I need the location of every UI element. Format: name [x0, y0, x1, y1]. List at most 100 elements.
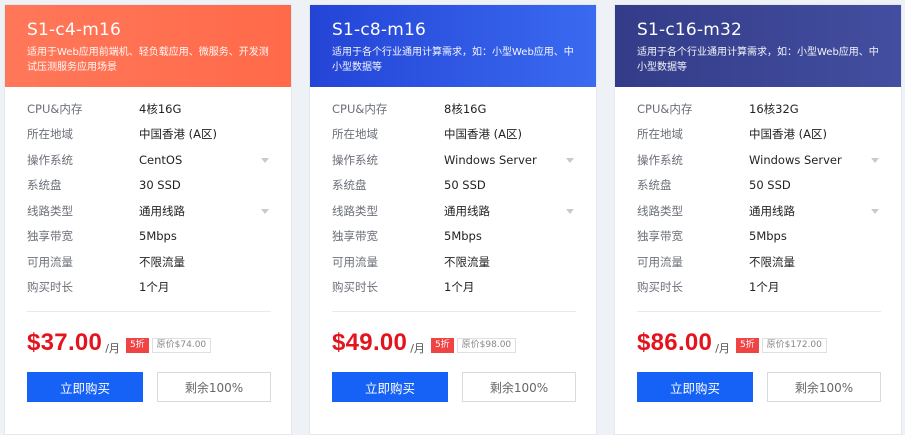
spec-list: CPU&内存 8核16G 所在地域 中国香港 (A区) 操作系统 Windows Se…	[332, 96, 576, 300]
spec-label: 操作系统	[27, 152, 73, 167]
spec-value: 50 SSD	[444, 178, 486, 193]
spec-label: 所在地域	[332, 127, 378, 142]
plan-title: S1-c8-m16	[332, 20, 427, 40]
plan-card-s1-c16-m32: S1-c16-m32 适用于各个行业通用计算需求，如：小型Web应用、中小型数据…	[614, 4, 902, 435]
spec-row-disk: 系统盘 50 SSD	[637, 173, 881, 199]
spec-value: 1个月	[444, 280, 475, 295]
spec-row-duration: 购买时长 1个月	[637, 275, 881, 301]
price-unit: /月	[715, 342, 730, 355]
chevron-down-icon[interactable]	[871, 209, 879, 214]
spec-value: 不限流量	[139, 254, 185, 269]
spec-row-traffic: 可用流量 不限流量	[637, 249, 881, 275]
spec-row-region: 所在地域 中国香港 (A区)	[637, 122, 881, 148]
spec-label: 线路类型	[637, 203, 683, 218]
spec-row-region: 所在地域 中国香港 (A区)	[332, 122, 576, 148]
spec-value: 1个月	[139, 280, 170, 295]
spec-row-traffic: 可用流量 不限流量	[332, 249, 576, 275]
spec-label: 所在地域	[27, 127, 73, 142]
price-row: $37.00 /月 5折 原价$74.00	[27, 327, 271, 359]
discount-badge: 5折	[735, 337, 759, 353]
price-unit: /月	[410, 342, 425, 355]
chevron-down-icon[interactable]	[566, 209, 574, 214]
plan-title: S1-c4-m16	[27, 20, 122, 40]
divider	[637, 311, 881, 312]
spec-label: 线路类型	[332, 203, 378, 218]
spec-value: 1个月	[749, 280, 780, 295]
os-select[interactable]: 操作系统 CentOS	[27, 147, 271, 173]
spec-row-bandwidth: 独享带宽 5Mbps	[332, 224, 576, 250]
chevron-down-icon[interactable]	[871, 158, 879, 163]
original-price: 原价$98.00	[456, 337, 517, 353]
divider	[332, 311, 576, 312]
spec-label: 独享带宽	[27, 229, 73, 244]
spec-value: 16核32G	[749, 101, 799, 116]
spec-value[interactable]: Windows Server	[749, 153, 842, 167]
buy-now-button[interactable]: 立即购买	[27, 372, 143, 402]
price-row: $49.00 /月 5折 原价$98.00	[332, 327, 576, 359]
spec-value[interactable]: 通用线路	[444, 203, 490, 219]
spec-value: 中国香港 (A区)	[139, 127, 217, 142]
spec-value: 5Mbps	[139, 229, 177, 244]
spec-value: 不限流量	[749, 254, 795, 269]
spec-value: 50 SSD	[749, 178, 791, 193]
plan-card-s1-c4-m16: S1-c4-m16 适用于Web应用前端机、轻负载应用、微服务、开发测试压测服务…	[4, 4, 292, 435]
chevron-down-icon[interactable]	[261, 209, 269, 214]
spec-label: 购买时长	[637, 280, 683, 295]
spec-label: 购买时长	[27, 280, 73, 295]
spec-label: 可用流量	[27, 254, 73, 269]
spec-row-cpu: CPU&内存 4核16G	[27, 96, 271, 122]
spec-value: 中国香港 (A区)	[749, 127, 827, 142]
spec-row-region: 所在地域 中国香港 (A区)	[27, 122, 271, 148]
spec-label: 系统盘	[27, 178, 62, 193]
plan-card-header: S1-c8-m16 适用于各个行业通用计算需求，如：小型Web应用、中小型数据等	[310, 5, 596, 87]
spec-list: CPU&内存 16核32G 所在地域 中国香港 (A区) 操作系统 Windows S…	[637, 96, 881, 300]
spec-value: 4核16G	[139, 101, 182, 116]
action-buttons: 立即购买 剩余100%	[332, 372, 576, 402]
line-select[interactable]: 线路类型 通用线路	[332, 198, 576, 224]
spec-label: 系统盘	[332, 178, 367, 193]
stock-remaining-button: 剩余100%	[157, 372, 271, 402]
spec-value: 中国香港 (A区)	[444, 127, 522, 142]
chevron-down-icon[interactable]	[261, 158, 269, 163]
spec-value[interactable]: 通用线路	[139, 203, 185, 219]
original-price: 原价$74.00	[151, 337, 212, 353]
spec-value[interactable]: CentOS	[139, 153, 182, 167]
spec-value[interactable]: Windows Server	[444, 153, 537, 167]
spec-value[interactable]: 通用线路	[749, 203, 795, 219]
plan-card-header: S1-c4-m16 适用于Web应用前端机、轻负载应用、微服务、开发测试压测服务…	[5, 5, 291, 87]
price-unit: /月	[105, 342, 120, 355]
price: $37.00	[27, 329, 103, 356]
price: $86.00	[637, 329, 713, 356]
os-select[interactable]: 操作系统 Windows Server	[332, 147, 576, 173]
spec-row-traffic: 可用流量 不限流量	[27, 249, 271, 275]
spec-value: 8核16G	[444, 101, 487, 116]
buy-now-button[interactable]: 立即购买	[637, 372, 753, 402]
spec-label: 线路类型	[27, 203, 73, 218]
spec-row-disk: 系统盘 50 SSD	[332, 173, 576, 199]
spec-row-bandwidth: 独享带宽 5Mbps	[27, 224, 271, 250]
action-buttons: 立即购买 剩余100%	[637, 372, 881, 402]
spec-label: CPU&内存	[637, 101, 693, 116]
spec-label: 独享带宽	[637, 229, 683, 244]
discount-badge: 5折	[430, 337, 454, 353]
plan-description: 适用于Web应用前端机、轻负载应用、微服务、开发测试压测服务应用场景	[27, 47, 269, 73]
plan-title: S1-c16-m32	[637, 20, 743, 40]
discount-badge: 5折	[125, 337, 149, 353]
spec-label: 购买时长	[332, 280, 378, 295]
spec-label: 可用流量	[332, 254, 378, 269]
spec-label: 操作系统	[332, 152, 378, 167]
spec-label: CPU&内存	[27, 101, 83, 116]
plan-description: 适用于各个行业通用计算需求，如：小型Web应用、中小型数据等	[637, 47, 879, 73]
line-select[interactable]: 线路类型 通用线路	[637, 198, 881, 224]
spec-row-bandwidth: 独享带宽 5Mbps	[637, 224, 881, 250]
buy-now-button[interactable]: 立即购买	[332, 372, 448, 402]
os-select[interactable]: 操作系统 Windows Server	[637, 147, 881, 173]
divider	[27, 311, 271, 312]
original-price: 原价$172.00	[761, 337, 827, 353]
line-select[interactable]: 线路类型 通用线路	[27, 198, 271, 224]
spec-value: 30 SSD	[139, 178, 181, 193]
spec-label: 独享带宽	[332, 229, 378, 244]
spec-value: 5Mbps	[444, 229, 482, 244]
chevron-down-icon[interactable]	[566, 158, 574, 163]
spec-label: 操作系统	[637, 152, 683, 167]
